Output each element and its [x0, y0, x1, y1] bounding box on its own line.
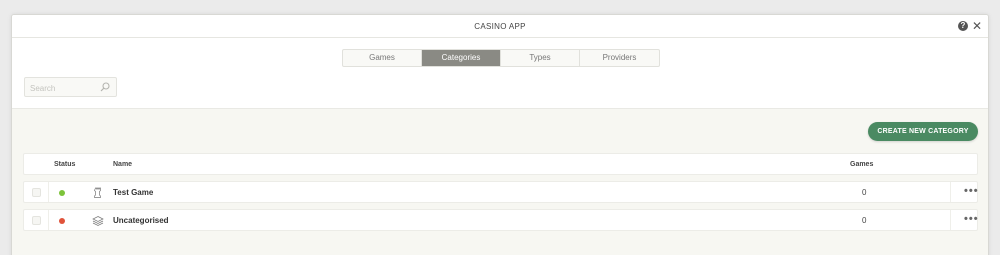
tab-types[interactable]: Types	[501, 50, 580, 66]
app-window: CASINO APP ? ✕ Games Categories Types Pr…	[11, 14, 989, 255]
title-bar: CASINO APP ? ✕	[12, 15, 988, 38]
table-row[interactable]: Test Game 0 •••	[23, 181, 978, 203]
row-divider	[48, 210, 49, 230]
row-divider	[950, 182, 951, 202]
row-games-count: 0	[862, 216, 867, 225]
tab-bar: Games Categories Types Providers	[342, 49, 660, 67]
close-icon[interactable]: ✕	[972, 20, 982, 32]
status-active-indicator	[59, 190, 65, 196]
search-icon[interactable]	[100, 82, 110, 92]
table-header: Status Name Games	[23, 153, 978, 175]
row-name: Test Game	[113, 188, 154, 197]
row-name: Uncategorised	[113, 216, 169, 225]
row-checkbox[interactable]	[32, 216, 41, 225]
tab-games[interactable]: Games	[343, 50, 422, 66]
top-section: Games Categories Types Providers	[12, 38, 988, 109]
tab-categories[interactable]: Categories	[422, 50, 501, 66]
status-inactive-indicator	[59, 218, 65, 224]
row-divider	[48, 182, 49, 202]
games-column-header[interactable]: Games	[850, 161, 873, 168]
more-options-icon[interactable]: •••	[964, 185, 979, 197]
window-title: CASINO APP	[474, 22, 526, 31]
row-divider	[950, 210, 951, 230]
row-checkbox[interactable]	[32, 188, 41, 197]
status-column-header[interactable]: Status	[54, 161, 75, 168]
row-games-count: 0	[862, 188, 867, 197]
more-options-icon[interactable]: •••	[964, 213, 979, 225]
help-icon[interactable]: ?	[957, 21, 968, 31]
layers-icon	[92, 216, 104, 226]
table-row[interactable]: Uncategorised 0 •••	[23, 209, 978, 231]
chess-rook-icon	[94, 187, 101, 198]
search-input[interactable]	[25, 79, 95, 98]
create-new-category-button[interactable]: CREATE NEW CATEGORY	[868, 122, 978, 141]
tab-providers[interactable]: Providers	[580, 50, 659, 66]
search-box	[24, 77, 117, 98]
window-controls: ? ✕	[957, 20, 982, 32]
name-column-header[interactable]: Name	[113, 161, 132, 168]
